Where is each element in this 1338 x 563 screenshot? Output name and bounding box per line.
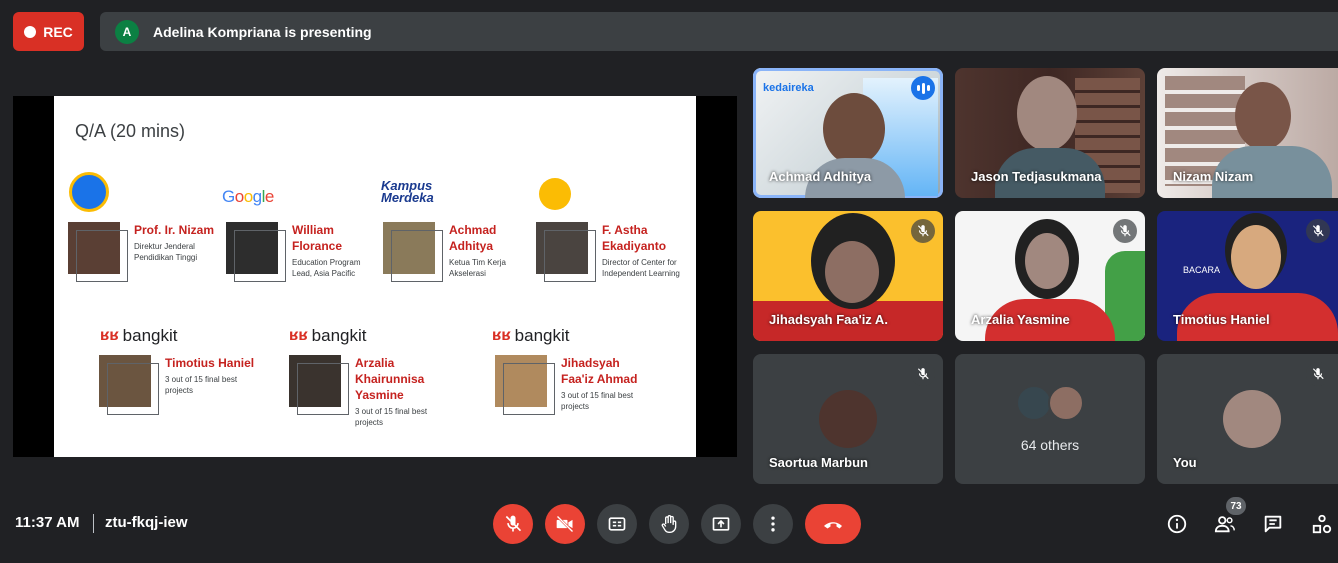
self-tile[interactable]: You bbox=[1157, 354, 1338, 484]
hand-icon bbox=[661, 515, 677, 533]
speaker-card: F. Astha Ekadiyanto Director of Center f… bbox=[536, 222, 692, 282]
others-count-label: 64 others bbox=[1020, 437, 1080, 453]
participant-video bbox=[823, 93, 885, 165]
mic-off-icon bbox=[1306, 362, 1330, 386]
participant-avatar bbox=[819, 390, 877, 448]
captions-icon bbox=[608, 517, 626, 531]
speaker-role: 3 out of 15 final best projects bbox=[355, 407, 428, 427]
speaker-card: Prof. Ir. Nizam Direktur Jenderal Pendid… bbox=[68, 222, 224, 282]
info-icon bbox=[1167, 514, 1187, 534]
speaker-card: William Florance Education Program Lead,… bbox=[226, 222, 382, 282]
speaker-name: Prof. Ir. Nizam bbox=[134, 223, 215, 237]
participant-avatar bbox=[1016, 385, 1052, 421]
captions-button[interactable] bbox=[597, 504, 637, 544]
speaking-indicator-icon bbox=[911, 76, 935, 100]
kedaireka-logo: kedaireka bbox=[763, 82, 814, 94]
participant-name: Achmad Adhitya bbox=[769, 169, 872, 184]
participant-tile[interactable]: Arzalia Yasmine bbox=[955, 211, 1145, 341]
speaker-name: Timotius Haniel bbox=[165, 356, 255, 370]
participant-tile[interactable]: Nizam Nizam bbox=[1157, 68, 1338, 198]
camera-toggle-button[interactable] bbox=[545, 504, 585, 544]
speaker-role: Education Program Lead, Asia Pacific bbox=[292, 258, 361, 278]
mic-off-icon bbox=[505, 515, 522, 532]
google-logo: Google bbox=[222, 187, 274, 206]
speaker-name: Achmad Adhitya bbox=[449, 223, 497, 253]
activities-icon bbox=[1312, 514, 1332, 534]
people-button[interactable] bbox=[1213, 512, 1237, 536]
speaker-card: Jihadsyah Faa'iz Ahmad 3 out of 15 final… bbox=[495, 355, 651, 415]
bangkit-logo: ʁʁ bangkit bbox=[100, 326, 178, 345]
participant-name: Timotius Haniel bbox=[1173, 312, 1270, 327]
speaker-card: Arzalia Khairunnisa Yasmine 3 out of 15 … bbox=[289, 355, 445, 428]
participant-avatar bbox=[1223, 390, 1281, 448]
speaker-role: 3 out of 15 final best projects bbox=[165, 375, 238, 395]
participant-name: Jihadsyah Faa'iz A. bbox=[769, 312, 888, 327]
presentation-slide: Q/A (20 mins) Google Kampus Merdeka Prof.… bbox=[54, 96, 696, 457]
tut-wuri-logo bbox=[69, 172, 109, 212]
participant-tile[interactable]: kedaireka Achmad Adhitya bbox=[753, 68, 943, 198]
presenter-avatar: A bbox=[115, 19, 139, 44]
participant-name: Arzalia Yasmine bbox=[971, 312, 1070, 327]
present-icon bbox=[712, 517, 730, 531]
mic-off-icon bbox=[1306, 219, 1330, 243]
participant-name: Saortua Marbun bbox=[769, 455, 868, 470]
meeting-code: ztu-fkqj-iew bbox=[105, 514, 188, 531]
chat-button[interactable] bbox=[1261, 512, 1285, 536]
speaker-card: Achmad Adhitya Ketua Tim Kerja Akseleras… bbox=[383, 222, 539, 282]
people-icon bbox=[1214, 516, 1235, 533]
activities-button[interactable] bbox=[1310, 512, 1334, 536]
presenting-banner: A Adelina Kompriana is presenting bbox=[100, 12, 1338, 51]
background-text: BACARA bbox=[1183, 265, 1221, 275]
speaker-name: Arzalia Khairunnisa Yasmine bbox=[355, 356, 425, 402]
leave-call-button[interactable] bbox=[805, 504, 861, 544]
meeting-details-button[interactable] bbox=[1165, 512, 1189, 536]
recording-label: REC bbox=[43, 23, 73, 40]
participant-tile[interactable]: BACARA Timotius Haniel bbox=[1157, 211, 1338, 341]
participant-tile[interactable]: Jason Tedjasukmana bbox=[955, 68, 1145, 198]
participant-count-badge: 73 bbox=[1226, 497, 1246, 515]
university-logo bbox=[539, 178, 571, 210]
participant-avatar bbox=[1048, 385, 1084, 421]
participant-video bbox=[1017, 76, 1077, 151]
bangkit-logo: ʁʁ bangkit bbox=[492, 326, 570, 345]
divider bbox=[93, 514, 94, 533]
raise-hand-button[interactable] bbox=[649, 504, 689, 544]
speaker-name: William Florance bbox=[292, 223, 343, 253]
participant-name: Nizam Nizam bbox=[1173, 169, 1254, 184]
slide-title: Q/A (20 mins) bbox=[75, 121, 186, 141]
speaker-role: 3 out of 15 final best projects bbox=[561, 391, 634, 411]
kampus-merdeka-logo: Kampus Merdeka bbox=[381, 178, 434, 205]
participant-video bbox=[1235, 82, 1291, 150]
others-tile[interactable]: 64 others bbox=[955, 354, 1145, 484]
participant-tile[interactable]: Jihadsyah Faa'iz A. bbox=[753, 211, 943, 341]
meeting-time: 11:37 AM bbox=[15, 514, 80, 531]
hang-up-icon bbox=[824, 522, 842, 529]
present-screen-button[interactable] bbox=[701, 504, 741, 544]
participant-tile[interactable]: Saortua Marbun bbox=[753, 354, 943, 484]
more-vert-icon bbox=[771, 516, 775, 532]
mic-off-icon bbox=[911, 362, 935, 386]
chat-icon bbox=[1264, 515, 1282, 533]
more-options-button[interactable] bbox=[753, 504, 793, 544]
speaker-name: Jihadsyah Faa'iz Ahmad bbox=[561, 356, 638, 386]
microphone-toggle-button[interactable] bbox=[493, 504, 533, 544]
speaker-name: F. Astha Ekadiyanto bbox=[602, 223, 667, 253]
mic-off-icon bbox=[911, 219, 935, 243]
presenting-text: Adelina Kompriana is presenting bbox=[153, 23, 372, 40]
speaker-role: Director of Center for Independent Learn… bbox=[602, 258, 680, 278]
bangkit-logo: ʁʁ bangkit bbox=[289, 326, 367, 345]
camera-off-icon bbox=[556, 515, 574, 533]
participant-name: Jason Tedjasukmana bbox=[971, 169, 1102, 184]
speaker-role: Ketua Tim Kerja Akselerasi bbox=[449, 258, 506, 278]
presentation-stage: Q/A (20 mins) Google Kampus Merdeka Prof.… bbox=[13, 96, 737, 457]
participant-name: You bbox=[1173, 455, 1197, 470]
speaker-role: Direktur Jenderal Pendidikan Tinggi bbox=[134, 242, 198, 262]
mic-off-icon bbox=[1113, 219, 1137, 243]
recording-indicator[interactable]: REC bbox=[13, 12, 84, 51]
speaker-card: Timotius Haniel 3 out of 15 final best p… bbox=[99, 355, 265, 415]
record-dot-icon bbox=[24, 25, 37, 38]
